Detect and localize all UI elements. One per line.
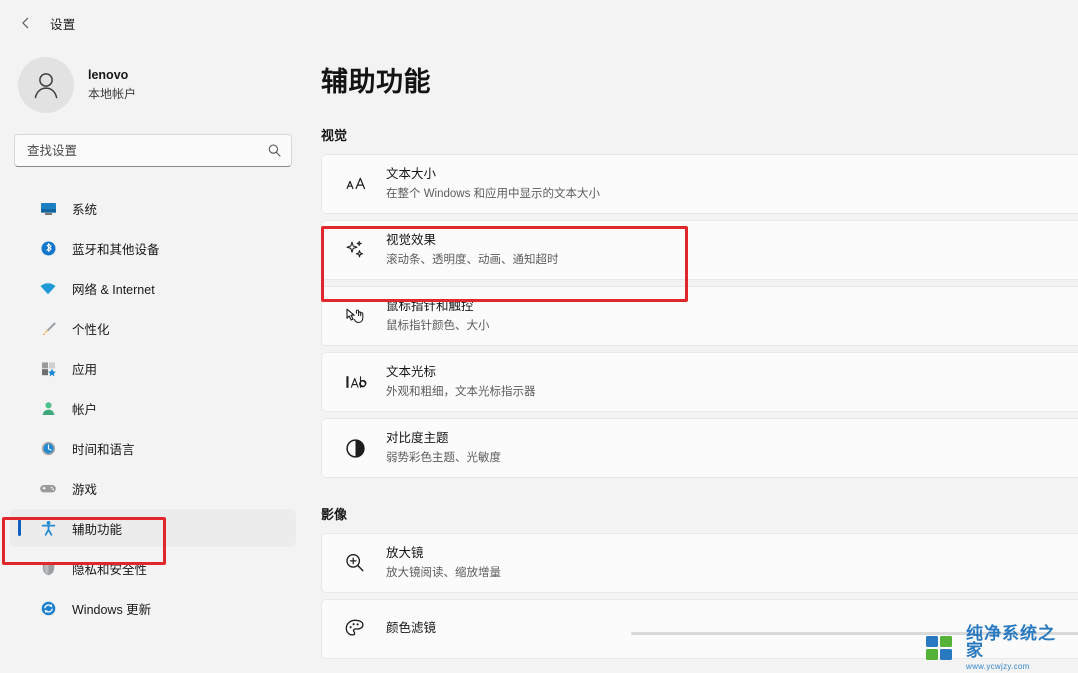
- search-wrapper: [14, 134, 292, 167]
- person-avatar-icon: [34, 73, 58, 99]
- card-text: 放大镜 放大镜阅读、缩放增量: [386, 545, 501, 581]
- sidebar-item-network[interactable]: 网络 & Internet: [10, 269, 296, 307]
- card-title: 对比度主题: [386, 431, 449, 446]
- bluetooth-icon: [38, 238, 58, 258]
- accessibility-icon: [38, 518, 58, 538]
- watermark: 纯净系统之家 www.ycwjzy.com: [924, 623, 1072, 671]
- sidebar-item-label: 网络 & Internet: [72, 282, 155, 297]
- card-subtitle: 滚动条、透明度、动画、通知超时: [386, 253, 559, 266]
- card-subtitle: 鼠标指针颜色、大小: [386, 319, 490, 332]
- section-heading-visual: 视觉: [321, 128, 348, 143]
- card-contrast-themes[interactable]: 对比度主题 弱势彩色主题、光敏度: [321, 418, 1078, 478]
- sidebar-item-personalization[interactable]: 个性化: [10, 309, 296, 347]
- settings-window: 设置 lenovo 本地帐户 查找设置 系统 蓝牙和其他设备 网络 & Inte…: [0, 0, 1078, 673]
- watermark-brand: 纯净系统之家: [966, 623, 1056, 661]
- magnifier-icon: [342, 550, 368, 576]
- card-magnifier[interactable]: 放大镜 放大镜阅读、缩放增量: [321, 533, 1078, 593]
- card-text: 文本光标 外观和粗细，文本光标指示器: [386, 364, 536, 400]
- sidebar-item-label: 时间和语言: [72, 442, 135, 457]
- gaming-controller-icon: [38, 478, 58, 498]
- sidebar-item-apps[interactable]: 应用: [10, 349, 296, 387]
- card-text: 文本大小 在整个 Windows 和应用中显示的文本大小: [386, 166, 600, 202]
- app-title: 设置: [50, 17, 76, 32]
- title-bar: 设置: [0, 0, 310, 46]
- sidebar-item-label: 蓝牙和其他设备: [72, 242, 160, 257]
- page-title: 辅助功能: [321, 67, 431, 97]
- card-title: 视觉效果: [386, 233, 437, 248]
- visual-effects-sparkle-icon: [342, 237, 368, 263]
- search-box[interactable]: [14, 134, 292, 167]
- card-title: 文本大小: [386, 167, 437, 182]
- sidebar-item-label: 游戏: [72, 482, 98, 497]
- card-text-size[interactable]: 文本大小 在整个 Windows 和应用中显示的文本大小: [321, 154, 1078, 214]
- card-visual-effects[interactable]: 视觉效果 滚动条、透明度、动画、通知超时: [321, 220, 1078, 280]
- card-title: 放大镜: [386, 546, 424, 561]
- account-name: lenovo: [88, 68, 129, 83]
- card-text: 鼠标指针和触控 鼠标指针颜色、大小: [386, 298, 490, 334]
- card-mouse-pointer-touch[interactable]: 鼠标指针和触控 鼠标指针颜色、大小: [321, 286, 1078, 346]
- card-text: 颜色滤镜: [386, 620, 436, 638]
- card-title: 鼠标指针和触控: [386, 299, 474, 314]
- avatar: [18, 57, 74, 113]
- card-subtitle: 外观和粗细，文本光标指示器: [386, 385, 536, 398]
- mouse-pointer-touch-icon: [342, 303, 368, 329]
- sidebar-item-accounts[interactable]: 帐户: [10, 389, 296, 427]
- section-heading-imaging: 影像: [321, 507, 348, 522]
- sidebar-item-label: 个性化: [72, 322, 110, 337]
- watermark-text: 纯净系统之家 www.ycwjzy.com: [966, 623, 1072, 671]
- sidebar-item-system[interactable]: 系统: [10, 189, 296, 227]
- privacy-shield-icon: [38, 558, 58, 578]
- main-content: 辅助功能 视觉 文本大小 在整个 Windows 和应用中显示的文本大小 视觉效…: [310, 0, 1078, 673]
- contrast-theme-icon: [342, 435, 368, 461]
- network-wifi-icon: [38, 278, 58, 298]
- account-type: 本地帐户: [88, 87, 137, 102]
- sidebar-item-label: 系统: [72, 202, 98, 217]
- sidebar-item-time-language[interactable]: 时间和语言: [10, 429, 296, 467]
- time-language-clock-icon: [38, 438, 58, 458]
- sidebar-item-label: Windows 更新: [72, 602, 152, 617]
- back-button[interactable]: [10, 8, 42, 38]
- sidebar-item-accessibility[interactable]: 辅助功能: [10, 509, 296, 547]
- windows-update-icon: [38, 598, 58, 618]
- color-filters-palette-icon: [342, 616, 368, 642]
- card-text-cursor[interactable]: 文本光标 外观和粗细，文本光标指示器: [321, 352, 1078, 412]
- sidebar-item-gaming[interactable]: 游戏: [10, 469, 296, 507]
- card-subtitle: 在整个 Windows 和应用中显示的文本大小: [386, 187, 601, 200]
- sidebar-item-label: 辅助功能: [72, 522, 123, 537]
- sidebar-item-privacy[interactable]: 隐私和安全性: [10, 549, 296, 587]
- sidebar-item-label: 隐私和安全性: [72, 562, 148, 577]
- navigation-list: 系统 蓝牙和其他设备 网络 & Internet 个性化 应用 帐户 时间和语言…: [0, 189, 310, 627]
- card-text: 对比度主题 弱势彩色主题、光敏度: [386, 430, 501, 466]
- search-input[interactable]: [27, 143, 267, 158]
- account-card[interactable]: lenovo 本地帐户: [0, 46, 310, 113]
- sidebar-item-bluetooth[interactable]: 蓝牙和其他设备: [10, 229, 296, 267]
- sidebar-item-label: 帐户: [72, 402, 98, 417]
- sidebar-item-label: 应用: [72, 362, 98, 377]
- apps-icon: [38, 358, 58, 378]
- search-icon: [267, 143, 282, 158]
- watermark-logo-icon: [924, 633, 960, 663]
- system-icon: [38, 198, 58, 218]
- sidebar: 设置 lenovo 本地帐户 查找设置 系统 蓝牙和其他设备 网络 & Inte…: [0, 0, 310, 673]
- accounts-person-icon: [38, 398, 58, 418]
- card-subtitle: 放大镜阅读、缩放增量: [386, 566, 501, 579]
- account-text: lenovo 本地帐户: [88, 67, 136, 102]
- back-arrow-icon: [22, 17, 29, 29]
- card-title: 文本光标: [386, 365, 437, 380]
- card-title: 颜色滤镜: [386, 621, 437, 636]
- card-subtitle: 弱势彩色主题、光敏度: [386, 451, 501, 464]
- watermark-url: www.ycwjzy.com: [966, 661, 1030, 671]
- sidebar-item-windows-update[interactable]: Windows 更新: [10, 589, 296, 627]
- card-group-visual: 文本大小 在整个 Windows 和应用中显示的文本大小 视觉效果 滚动条、透明…: [321, 154, 1078, 478]
- text-cursor-icon: [342, 369, 368, 395]
- personalization-brush-icon: [38, 318, 58, 338]
- card-text: 视觉效果 滚动条、透明度、动画、通知超时: [386, 232, 559, 268]
- text-size-aa-icon: [342, 171, 368, 197]
